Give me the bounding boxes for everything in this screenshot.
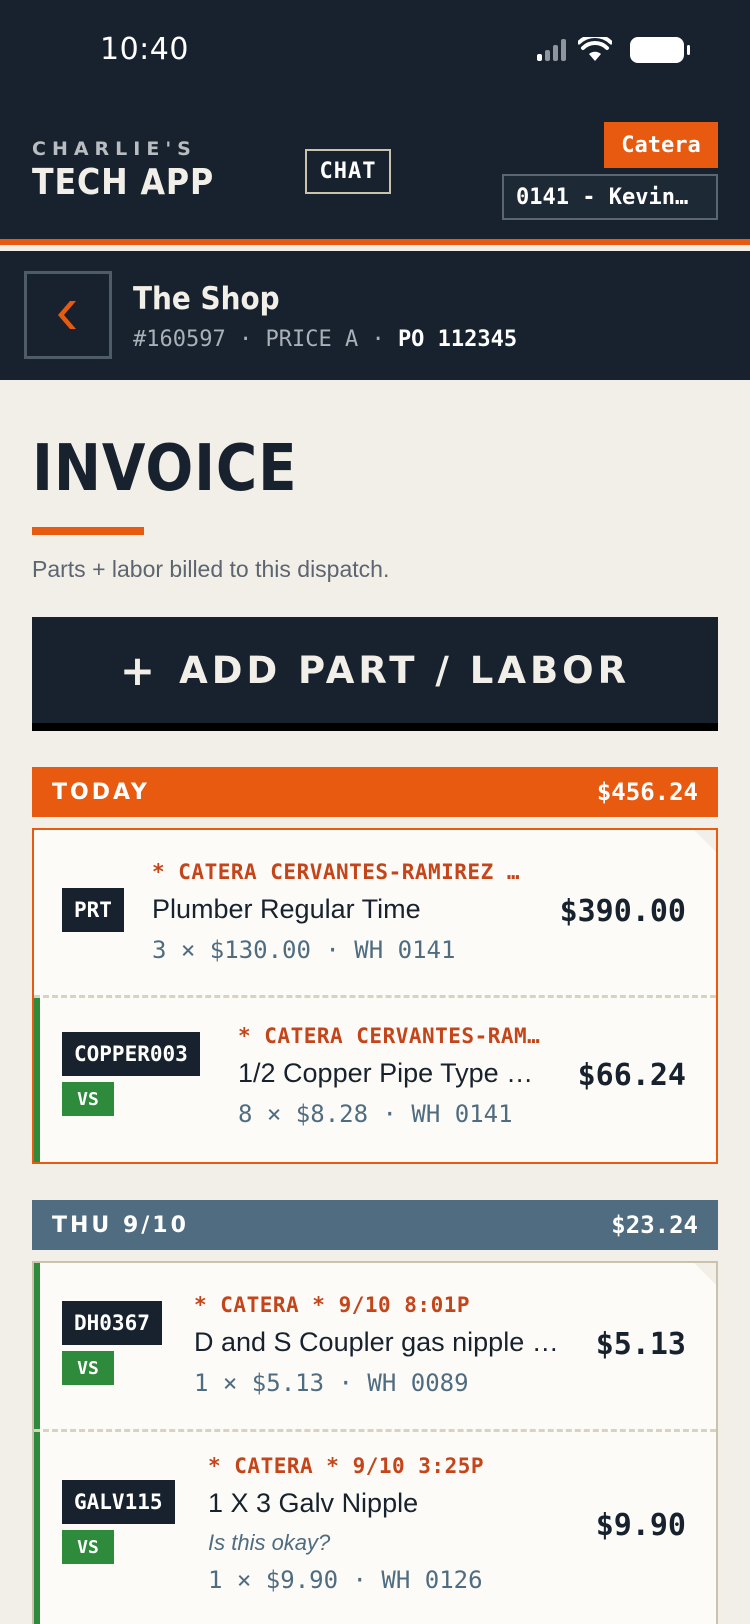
item-name: D and S Coupler gas nipple … — [194, 1327, 559, 1357]
item-meta: * CATERA CERVANTES-RAM… — [238, 1024, 541, 1048]
po-number: PO 112345 — [397, 327, 518, 352]
meta-separator: · — [238, 327, 253, 352]
item-price: $9.90 — [595, 1508, 686, 1543]
day-label: TODAY — [52, 779, 150, 805]
day-label: THU 9/10 — [52, 1212, 189, 1238]
technician-select[interactable]: 0141 - Kevin… — [502, 174, 718, 220]
cellular-signal-icon — [537, 39, 566, 61]
job-meta: #160597 · PRICE A · PO 112345 — [133, 327, 517, 352]
item-price: $66.24 — [577, 1058, 686, 1093]
invoice-card-thu: DH0367 VS * CATERA * 9/10 8:01P D and S … — [32, 1261, 718, 1624]
invoice-line-item[interactable]: GALV115 VS * CATERA * 9/10 3:25P 1 X 3 G… — [34, 1432, 716, 1624]
item-code-badge: GALV115 — [62, 1480, 175, 1524]
vs-badge: VS — [62, 1082, 114, 1116]
item-meta: * CATERA * 9/10 8:01P — [194, 1293, 471, 1317]
meta-separator: · — [371, 327, 385, 352]
job-title: The Shop — [133, 281, 280, 317]
wifi-icon — [578, 37, 612, 61]
item-qty: 1 × $5.13 · WH 0089 — [194, 1369, 469, 1397]
title-underline — [32, 527, 144, 535]
invoice-line-item[interactable]: COPPER003 VS * CATERA CERVANTES-RAM… 1/2… — [34, 998, 716, 1162]
plus-icon: + — [119, 645, 160, 695]
item-price: $390.00 — [559, 894, 686, 929]
page-title: INVOICE — [32, 432, 298, 506]
job-number: #160597 — [133, 327, 226, 352]
back-button[interactable] — [24, 271, 112, 359]
day-total: $456.24 — [596, 778, 698, 806]
vs-badge: VS — [62, 1351, 114, 1385]
item-note: Is this okay? — [208, 1530, 331, 1555]
add-part-labor-button[interactable]: + ADD PART / LABOR — [32, 617, 718, 731]
item-code-badge: COPPER003 — [62, 1032, 200, 1076]
item-qty: 8 × $8.28 · WH 0141 — [238, 1100, 513, 1128]
brand-top: CHARLIE'S — [32, 138, 197, 160]
status-icons — [537, 36, 690, 64]
item-code-badge: DH0367 — [62, 1301, 162, 1345]
item-code-badge: PRT — [62, 888, 124, 932]
app-header: CHARLIE'S TECH APP CHAT Catera 0141 - Ke… — [0, 100, 750, 245]
chevron-left-icon — [58, 301, 76, 329]
invoice-line-item[interactable]: DH0367 VS * CATERA * 9/10 8:01P D and S … — [34, 1263, 716, 1429]
item-price: $5.13 — [595, 1327, 686, 1362]
item-meta: * CATERA * 9/10 3:25P — [208, 1454, 485, 1478]
item-name: 1 X 3 Galv Nipple — [208, 1488, 419, 1518]
item-qty: 3 × $130.00 · WH 0141 — [152, 936, 456, 964]
day-total: $23.24 — [611, 1211, 698, 1239]
vs-badge: VS — [62, 1530, 114, 1564]
item-name: 1/2 Copper Pipe Type … — [238, 1058, 534, 1088]
item-qty: 1 × $9.90 · WH 0126 — [208, 1566, 483, 1594]
status-time: 10:40 — [100, 32, 189, 67]
day-header-thu: THU 9/10 $23.24 — [32, 1200, 718, 1250]
chat-button[interactable]: CHAT — [305, 149, 391, 194]
invoice-line-item[interactable]: PRT * CATERA CERVANTES-RAMIREZ … Plumber… — [34, 830, 716, 990]
add-button-label: ADD PART / LABOR — [179, 648, 631, 692]
invoice-card-today: PRT * CATERA CERVANTES-RAMIREZ … Plumber… — [32, 828, 718, 1164]
item-meta: * CATERA CERVANTES-RAMIREZ … — [152, 860, 521, 884]
brand-logo: TECH APP — [32, 162, 215, 203]
item-name: Plumber Regular Time — [152, 894, 421, 924]
job-bar: The Shop #160597 · PRICE A · PO 112345 — [0, 251, 750, 380]
price-level: PRICE A — [265, 327, 359, 352]
battery-icon — [630, 37, 690, 63]
day-header-today: TODAY $456.24 — [32, 767, 718, 817]
status-bar: 10:40 — [0, 0, 750, 100]
tenant-badge[interactable]: Catera — [604, 122, 718, 168]
page-subtitle: Parts + labor billed to this dispatch. — [32, 556, 390, 582]
